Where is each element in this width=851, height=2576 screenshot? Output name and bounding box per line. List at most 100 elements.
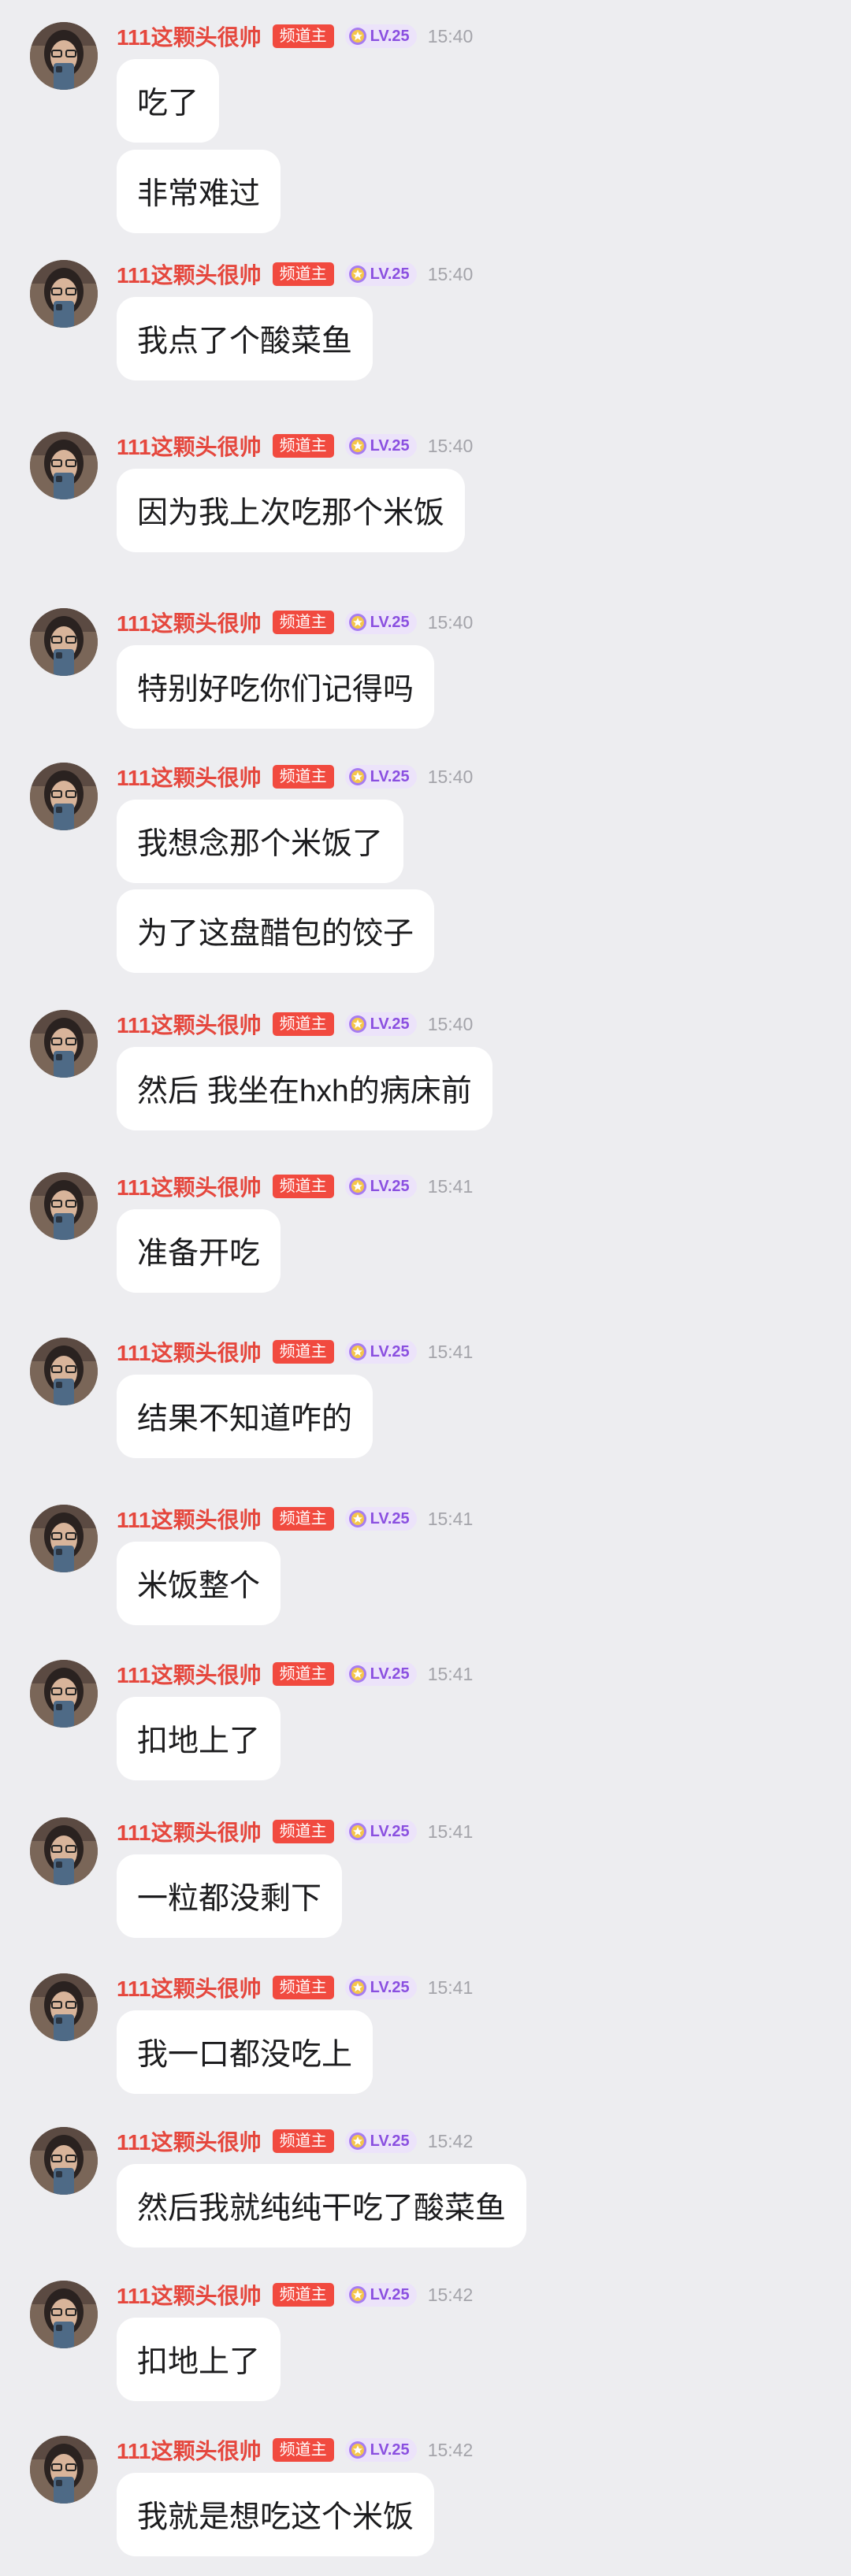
level-text: LV.25 <box>370 2132 410 2150</box>
timestamp: 15:41 <box>427 1663 474 1684</box>
message-header: 111这颗头很帅 频道主 LV.25 15:42 <box>117 2436 473 2464</box>
avatar[interactable] <box>30 22 98 90</box>
channel-owner-badge: 频道主 <box>272 1976 334 1999</box>
username[interactable]: 111这颗头很帅 <box>117 1816 262 1847</box>
level-badge: LV.25 <box>344 1340 417 1364</box>
level-star-icon <box>348 1343 366 1360</box>
level-star-icon <box>348 1015 366 1033</box>
avatar[interactable] <box>30 1973 98 2041</box>
avatar[interactable] <box>30 608 98 676</box>
level-text: LV.25 <box>370 1822 410 1840</box>
level-badge: LV.25 <box>344 1012 417 1036</box>
username[interactable]: 111这颗头很帅 <box>117 1171 262 1202</box>
message-header: 111这颗头很帅 频道主 LV.25 15:41 <box>117 1172 473 1201</box>
level-text: LV.25 <box>370 2441 410 2459</box>
username[interactable]: 111这颗头很帅 <box>117 1503 262 1535</box>
message-bubble[interactable]: 准备开吃 <box>117 1209 281 1293</box>
level-text: LV.25 <box>370 265 410 283</box>
level-star-icon <box>348 2441 366 2459</box>
level-badge: LV.25 <box>344 24 417 48</box>
message-header: 111这颗头很帅 频道主 LV.25 15:41 <box>117 1338 473 1366</box>
message-bubble[interactable]: 扣地上了 <box>117 1697 281 1780</box>
message-header: 111这颗头很帅 频道主 LV.25 15:41 <box>117 1817 473 1846</box>
message-header: 111这颗头很帅 频道主 LV.25 15:40 <box>117 763 473 791</box>
avatar[interactable] <box>30 1338 98 1405</box>
level-badge: LV.25 <box>344 262 417 286</box>
message-bubble[interactable]: 我点了个酸菜鱼 <box>117 297 373 380</box>
message-bubble[interactable]: 我一口都没吃上 <box>117 2010 373 2094</box>
avatar[interactable] <box>30 260 98 328</box>
level-badge: LV.25 <box>344 1507 417 1531</box>
chat-message-list[interactable]: 111这颗头很帅 频道主 LV.25 15:40 吃了 非常难过 111这颗头很帅 频道主 LV… <box>0 0 851 2576</box>
username[interactable]: 111这颗头很帅 <box>117 20 262 52</box>
message-bubble[interactable]: 特别好吃你们记得吗 <box>117 645 435 729</box>
message-bubble[interactable]: 一粒都没剩下 <box>117 1854 343 1938</box>
message-header: 111这颗头很帅 频道主 LV.25 15:42 <box>117 2127 473 2155</box>
level-badge: LV.25 <box>344 434 417 458</box>
timestamp: 15:41 <box>427 1341 474 1362</box>
avatar[interactable] <box>30 1660 98 1728</box>
username[interactable]: 111这颗头很帅 <box>117 1972 262 2003</box>
message-header: 111这颗头很帅 频道主 LV.25 15:40 <box>117 432 473 460</box>
message-bubble[interactable]: 然后 我坐在hxh的病床前 <box>117 1047 492 1130</box>
channel-owner-badge: 频道主 <box>272 262 334 286</box>
avatar[interactable] <box>30 1817 98 1885</box>
timestamp: 15:41 <box>427 1821 474 1842</box>
avatar[interactable] <box>30 1505 98 1572</box>
username[interactable]: 111这颗头很帅 <box>117 1658 262 1690</box>
message-header: 111这颗头很帅 频道主 LV.25 15:42 <box>117 2281 473 2309</box>
level-text: LV.25 <box>370 1177 410 1195</box>
username[interactable]: 111这颗头很帅 <box>117 2434 262 2466</box>
avatar[interactable] <box>30 1172 98 1240</box>
username[interactable]: 111这颗头很帅 <box>117 2125 262 2157</box>
channel-owner-badge: 频道主 <box>272 24 334 48</box>
level-badge: LV.25 <box>344 2283 417 2307</box>
message-header: 111这颗头很帅 频道主 LV.25 15:41 <box>117 1973 473 2002</box>
timestamp: 15:41 <box>427 1977 474 1998</box>
message-bubble[interactable]: 结果不知道咋的 <box>117 1375 373 1458</box>
avatar[interactable] <box>30 1010 98 1078</box>
avatar[interactable] <box>30 432 98 499</box>
level-text: LV.25 <box>370 2285 410 2303</box>
channel-owner-badge: 频道主 <box>272 1340 334 1364</box>
username[interactable]: 111这颗头很帅 <box>117 761 262 792</box>
channel-owner-badge: 频道主 <box>272 2438 334 2462</box>
timestamp: 15:42 <box>427 2130 474 2151</box>
channel-owner-badge: 频道主 <box>272 1662 334 1686</box>
level-star-icon <box>348 1979 366 1996</box>
level-star-icon <box>348 1823 366 1840</box>
message-header: 111这颗头很帅 频道主 LV.25 15:40 <box>117 22 473 50</box>
message-bubble[interactable]: 非常难过 <box>117 150 281 233</box>
level-star-icon <box>348 437 366 455</box>
message-group: 111这颗头很帅 频道主 LV.25 15:42 我就是想吃这个米饭 <box>0 2436 851 2576</box>
message-bubble[interactable]: 扣地上了 <box>117 2318 281 2401</box>
username[interactable]: 111这颗头很帅 <box>117 607 262 638</box>
username[interactable]: 111这颗头很帅 <box>117 258 262 290</box>
message-bubble[interactable]: 为了这盘醋包的饺子 <box>117 889 435 973</box>
level-star-icon <box>348 2286 366 2303</box>
avatar[interactable] <box>30 2281 98 2348</box>
level-star-icon <box>348 1510 366 1527</box>
channel-owner-badge: 频道主 <box>272 2283 334 2307</box>
level-text: LV.25 <box>370 27 410 45</box>
channel-owner-badge: 频道主 <box>272 2129 334 2153</box>
avatar[interactable] <box>30 2127 98 2195</box>
level-star-icon <box>348 28 366 45</box>
message-bubble[interactable]: 然后我就纯纯干吃了酸菜鱼 <box>117 2164 527 2248</box>
message-bubble[interactable]: 我就是想吃这个米饭 <box>117 2473 435 2556</box>
username[interactable]: 111这颗头很帅 <box>117 2279 262 2311</box>
message-bubble[interactable]: 我想念那个米饭了 <box>117 800 404 883</box>
message-bubble[interactable]: 米饭整个 <box>117 1542 281 1625</box>
avatar[interactable] <box>30 763 98 830</box>
username[interactable]: 111这颗头很帅 <box>117 1008 262 1040</box>
avatar[interactable] <box>30 2436 98 2504</box>
channel-owner-badge: 频道主 <box>272 434 334 458</box>
level-text: LV.25 <box>370 767 410 785</box>
username[interactable]: 111这颗头很帅 <box>117 1336 262 1368</box>
message-bubble[interactable]: 吃了 <box>117 59 220 143</box>
message-bubble[interactable]: 因为我上次吃那个米饭 <box>117 469 466 552</box>
username[interactable]: 111这颗头很帅 <box>117 430 262 462</box>
channel-owner-badge: 频道主 <box>272 1012 334 1036</box>
timestamp: 15:41 <box>427 1508 474 1529</box>
timestamp: 15:42 <box>427 2284 474 2305</box>
